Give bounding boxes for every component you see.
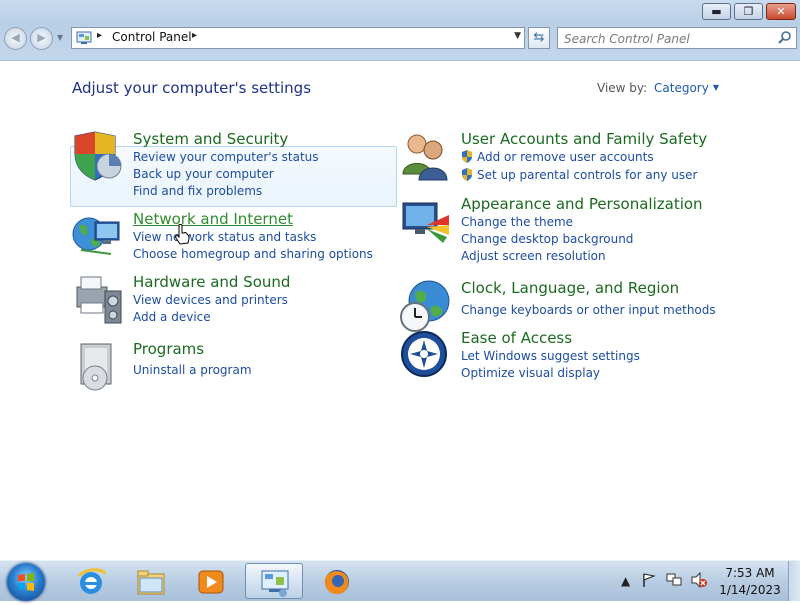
control-panel-icon — [261, 570, 289, 597]
address-bar[interactable]: ▸ Control Panel ▸ ▼ — [71, 27, 525, 49]
volume-muted-icon[interactable] — [690, 572, 708, 588]
category-title[interactable]: System and Security — [133, 130, 288, 148]
uac-shield-icon — [462, 168, 472, 181]
chevron-down-icon: ▼ — [712, 83, 719, 92]
taskbar: ▲ 7:53 AM 1/14/2023 — [0, 560, 800, 601]
category-link[interactable]: Choose homegroup and sharing options — [133, 247, 373, 261]
taskbar-media-player[interactable] — [182, 563, 240, 599]
back-arrow-icon: ◀ — [11, 31, 20, 44]
breadcrumb-arrow-icon[interactable]: ▸ — [192, 30, 197, 41]
refresh-button[interactable]: ⇆ — [528, 27, 550, 49]
category-link-label: Add or remove user accounts — [477, 150, 654, 164]
taskbar-control-panel[interactable] — [245, 563, 303, 599]
recent-pages-dropdown[interactable]: ▼ — [57, 33, 63, 42]
firefox-icon — [325, 570, 349, 595]
monitor-palette-icon — [402, 202, 449, 243]
globe-clock-icon — [400, 280, 450, 332]
taskbar-internet-explorer[interactable] — [62, 563, 120, 599]
hand-cursor-icon — [175, 224, 190, 245]
category-link[interactable]: Add or remove user accounts — [461, 150, 654, 164]
show-desktop-button[interactable] — [788, 561, 800, 601]
page-title: Adjust your computer's settings — [72, 79, 312, 97]
category-link[interactable]: View network status and tasks — [133, 230, 316, 244]
minimize-button[interactable]: ▬ — [702, 3, 731, 20]
category-link[interactable]: Find and fix problems — [133, 184, 262, 198]
forward-button[interactable]: ▶ — [30, 27, 53, 50]
category-title[interactable]: Appearance and Personalization — [461, 195, 703, 213]
programs-box-icon — [80, 343, 112, 391]
close-button[interactable]: ✕ — [766, 3, 796, 20]
view-by-dropdown[interactable]: Category ▼ — [654, 81, 719, 95]
clock-date[interactable]: 1/14/2023 — [712, 583, 788, 597]
shield-icon — [74, 131, 122, 181]
category-title[interactable]: Clock, Language, and Region — [461, 279, 679, 297]
category-link[interactable]: Adjust screen resolution — [461, 249, 606, 263]
category-link[interactable]: Optimize visual display — [461, 366, 600, 380]
view-by-value: Category — [654, 81, 709, 95]
media-player-icon — [198, 570, 224, 594]
search-input[interactable] — [562, 30, 774, 48]
search-icon[interactable] — [777, 30, 793, 46]
file-explorer-icon — [137, 570, 165, 595]
category-link[interactable]: Change keyboards or other input methods — [461, 303, 716, 317]
start-button[interactable] — [7, 563, 45, 601]
uac-shield-icon — [462, 150, 472, 163]
category-link[interactable]: Review your computer's status — [133, 150, 319, 164]
internet-explorer-icon — [77, 568, 107, 594]
search-box[interactable] — [557, 27, 797, 49]
restore-icon: ❐ — [743, 5, 754, 18]
breadcrumb-arrow-icon[interactable]: ▸ — [97, 30, 102, 41]
category-title[interactable]: Hardware and Sound — [133, 273, 290, 291]
ease-of-access-icon — [401, 331, 447, 377]
window-chrome: ▬ ❐ ✕ ◀ ▶ ▼ ▸ Control Panel ▸ ▼ ⇆ — [0, 0, 800, 61]
category-link[interactable]: Let Windows suggest settings — [461, 349, 640, 363]
category-link[interactable]: Add a device — [133, 310, 211, 324]
view-by-label: View by: — [597, 81, 648, 95]
windows-logo-icon — [18, 573, 34, 591]
users-icon — [402, 134, 448, 181]
minimize-icon: ▬ — [711, 5, 722, 18]
control-panel-icon — [76, 31, 92, 44]
category-link[interactable]: View devices and printers — [133, 293, 288, 307]
maximize-button[interactable]: ❐ — [734, 3, 763, 20]
network-tray-icon[interactable] — [665, 572, 683, 588]
taskbar-firefox[interactable] — [308, 563, 366, 599]
category-link[interactable]: Set up parental controls for any user — [461, 168, 697, 182]
taskbar-file-explorer[interactable] — [122, 563, 180, 599]
category-link[interactable]: Uninstall a program — [133, 363, 252, 377]
category-link-label: Set up parental controls for any user — [477, 168, 698, 182]
category-title[interactable]: Programs — [133, 340, 204, 358]
category-link[interactable]: Back up your computer — [133, 167, 274, 181]
category-title[interactable]: User Accounts and Family Safety — [461, 130, 707, 148]
close-icon: ✕ — [776, 5, 786, 18]
network-globe-icon — [72, 217, 120, 255]
refresh-icon: ⇆ — [533, 30, 545, 45]
category-title[interactable]: Network and Internet — [133, 210, 293, 228]
action-center-flag-icon[interactable] — [641, 572, 657, 588]
category-link[interactable]: Change the theme — [461, 215, 573, 229]
breadcrumb-control-panel[interactable]: Control Panel — [112, 30, 192, 44]
show-hidden-icons-button[interactable]: ▲ — [621, 574, 630, 588]
clock-time[interactable]: 7:53 AM — [720, 566, 780, 580]
category-title[interactable]: Ease of Access — [461, 329, 572, 347]
category-link[interactable]: Change desktop background — [461, 232, 633, 246]
address-history-dropdown-icon[interactable]: ▼ — [514, 31, 521, 41]
back-button[interactable]: ◀ — [4, 27, 27, 50]
forward-arrow-icon: ▶ — [37, 31, 46, 44]
printer-icon — [76, 276, 122, 324]
